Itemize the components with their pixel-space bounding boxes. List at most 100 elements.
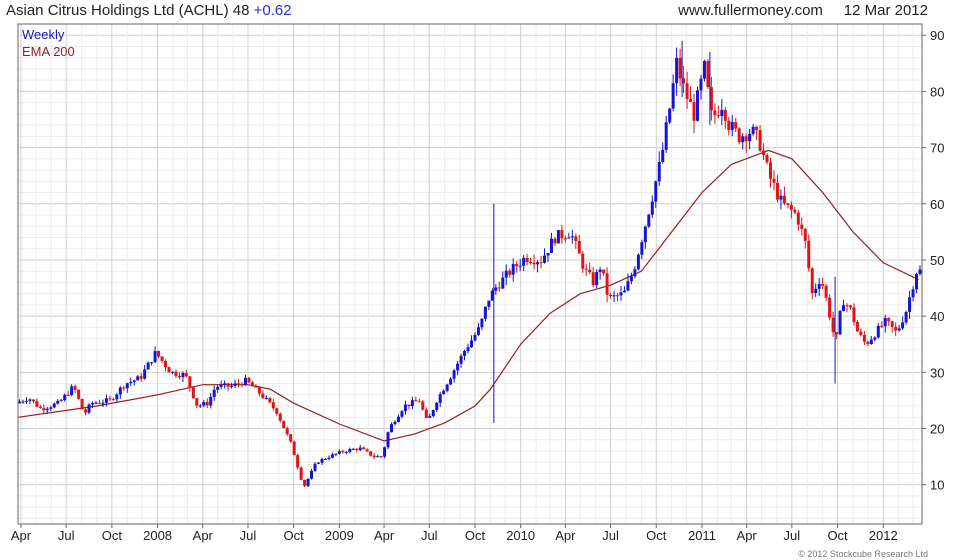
candle-body bbox=[883, 318, 887, 327]
candle-body bbox=[845, 305, 849, 307]
candle-body bbox=[452, 370, 456, 379]
candle-body bbox=[817, 283, 821, 289]
candle-body bbox=[904, 311, 908, 323]
candle-body bbox=[901, 322, 905, 329]
candle-body bbox=[602, 269, 606, 274]
candle-body bbox=[400, 411, 404, 417]
candle-body bbox=[866, 341, 870, 344]
x-tick-label: Jul bbox=[240, 528, 257, 543]
candle-body bbox=[125, 383, 129, 389]
candle-body bbox=[351, 448, 355, 450]
candle-body bbox=[494, 287, 498, 291]
candle-body bbox=[539, 262, 543, 264]
candle-series bbox=[17, 40, 922, 488]
candle-body bbox=[24, 400, 28, 402]
copyright: © 2012 Stockcube Research Ltd bbox=[798, 549, 928, 559]
candle-body bbox=[275, 408, 279, 414]
candle-body bbox=[421, 401, 425, 410]
candle-body bbox=[463, 351, 467, 356]
candle-body bbox=[525, 257, 529, 263]
x-tick-label: 2012 bbox=[869, 528, 898, 543]
candle-body bbox=[584, 268, 588, 270]
candle-body bbox=[723, 109, 727, 121]
y-tick-label: 10 bbox=[930, 478, 944, 493]
candle-body bbox=[310, 470, 314, 479]
candle-body bbox=[616, 295, 620, 297]
candle-body bbox=[647, 214, 651, 227]
candle-body bbox=[887, 318, 891, 322]
x-tick-label: Oct bbox=[102, 528, 123, 543]
candle-body bbox=[167, 367, 171, 373]
candle-body bbox=[748, 133, 752, 142]
candle-body bbox=[31, 399, 35, 402]
candle-body bbox=[518, 265, 522, 267]
candle-body bbox=[80, 398, 84, 410]
candle-body bbox=[101, 402, 105, 404]
candle-body bbox=[459, 355, 463, 364]
candle-body bbox=[449, 378, 453, 385]
candle-body bbox=[337, 451, 341, 454]
candle-body bbox=[522, 257, 526, 266]
ema-series bbox=[17, 149, 919, 442]
candle-body bbox=[111, 399, 115, 401]
x-tick-label: Jul bbox=[58, 528, 75, 543]
candle-body bbox=[73, 386, 77, 390]
candle-body bbox=[226, 383, 230, 387]
candle-body bbox=[848, 305, 852, 308]
x-tick-label: 2008 bbox=[143, 528, 172, 543]
candle-body bbox=[393, 421, 397, 425]
candle-body bbox=[132, 380, 136, 382]
candle-body bbox=[223, 383, 227, 385]
candle-body bbox=[716, 115, 720, 117]
candle-body bbox=[396, 416, 400, 422]
candle-body bbox=[431, 410, 435, 417]
candle-body bbox=[692, 102, 696, 121]
candle-body bbox=[70, 386, 74, 396]
x-tick-label: 2011 bbox=[688, 528, 716, 543]
candle-body bbox=[184, 373, 188, 377]
y-tick-label: 70 bbox=[930, 141, 944, 156]
candle-body bbox=[52, 403, 56, 408]
candle-body bbox=[828, 297, 832, 318]
candle-body bbox=[209, 396, 213, 406]
x-tick-label: Oct bbox=[827, 528, 848, 543]
candle-body bbox=[570, 236, 574, 238]
candle-body bbox=[765, 154, 769, 163]
y-tick-label: 30 bbox=[930, 365, 944, 380]
candle-body bbox=[49, 407, 53, 409]
candle-body bbox=[803, 228, 807, 241]
candle-body bbox=[577, 240, 581, 254]
candle-body bbox=[143, 369, 147, 379]
candle-body bbox=[800, 224, 804, 229]
candle-body bbox=[202, 402, 206, 406]
candle-body bbox=[842, 305, 846, 312]
y-tick-label: 80 bbox=[930, 84, 944, 99]
candle-body bbox=[122, 387, 126, 389]
candle-body bbox=[289, 434, 293, 442]
y-tick-label: 50 bbox=[930, 253, 944, 268]
candle-body bbox=[195, 398, 199, 406]
candle-body bbox=[456, 363, 460, 371]
candle-body bbox=[915, 273, 919, 290]
candle-body bbox=[84, 409, 88, 413]
candle-body bbox=[793, 209, 797, 213]
x-tick-label: Apr bbox=[11, 528, 32, 543]
candle-body bbox=[170, 371, 174, 373]
candle-body bbox=[821, 283, 825, 286]
candle-body bbox=[675, 57, 679, 84]
candle-body bbox=[668, 108, 672, 123]
candle-body bbox=[685, 83, 689, 100]
candle-body bbox=[42, 408, 46, 411]
candle-body bbox=[66, 394, 70, 396]
candle-body bbox=[546, 252, 550, 256]
candle-body bbox=[87, 404, 91, 413]
candle-body bbox=[45, 408, 49, 411]
candle-body bbox=[852, 307, 856, 323]
candle-body bbox=[789, 204, 793, 210]
candle-body bbox=[786, 203, 790, 205]
candle-body bbox=[306, 478, 310, 486]
candle-body bbox=[435, 402, 439, 411]
candle-body bbox=[609, 294, 613, 297]
candle-body bbox=[622, 290, 626, 293]
candle-body bbox=[442, 390, 446, 395]
